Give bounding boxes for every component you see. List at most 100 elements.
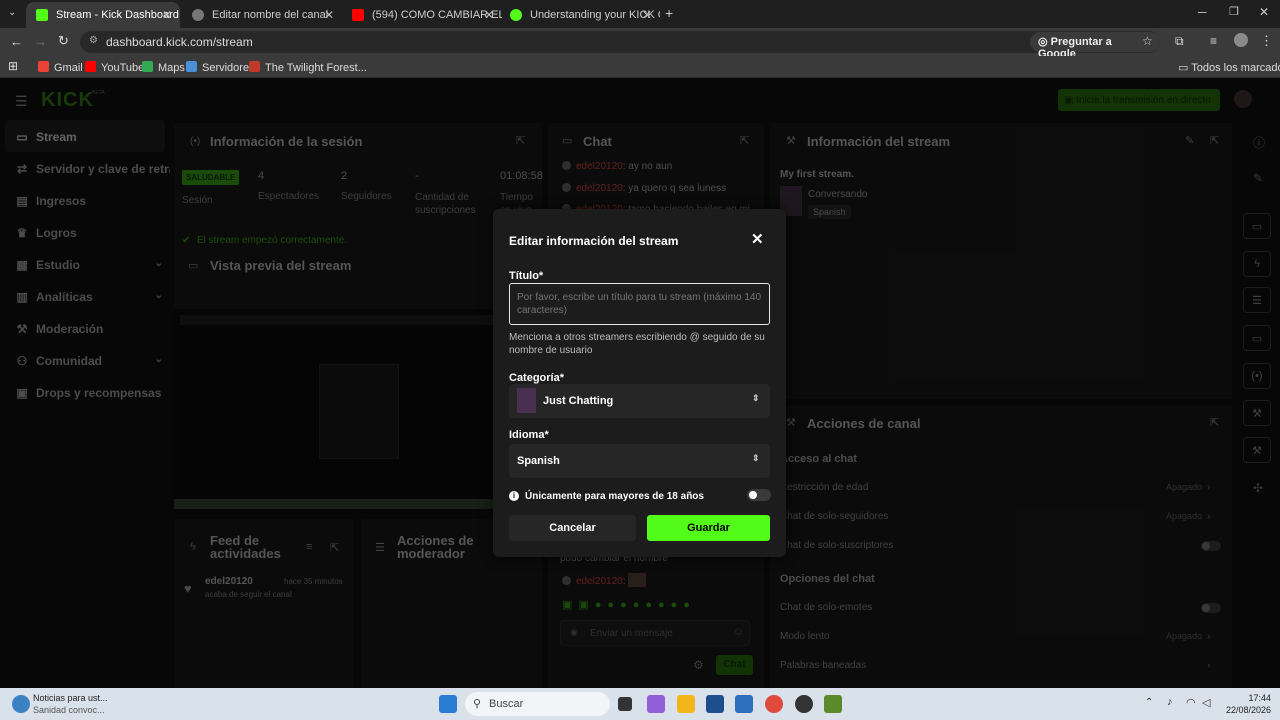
bookmark-label: Maps [158,62,185,74]
save-button[interactable]: Guardar [647,515,770,541]
apps-grid-icon[interactable]: ⊞ [8,59,18,73]
browser-tab-3[interactable]: (594) COMO CAMBIAR EL TÍTUL... ✕ [342,2,502,28]
wifi-icon[interactable]: ◠ [1186,696,1196,709]
servidores-icon [186,61,197,72]
bookmark-label: Servidores [202,62,255,74]
address-bar[interactable]: ⚙ dashboard.kick.com/stream ◎ Preguntar … [80,31,1160,60]
close-tab-icon[interactable]: ✕ [642,8,652,22]
forward-icon[interactable]: → [34,34,47,49]
info-icon: i [509,491,519,501]
kick-dashboard: ☰ KICK BETA ▣ Inicia la transmisión en d… [0,79,1280,688]
close-tab-icon[interactable]: ✕ [162,8,172,22]
search-icon: ⚲ [473,698,482,710]
bookmark-maps[interactable]: Maps [142,61,185,74]
title-field-label: Título* [509,270,544,282]
bookmark-gmail[interactable]: Gmail [38,61,83,74]
bookmark-star-icon[interactable]: ☆ [1142,34,1153,48]
close-tab-icon[interactable]: ✕ [484,8,494,22]
news-weather-icon[interactable] [12,695,30,713]
ask-google-button[interactable]: ◎ Preguntar a Google [1030,32,1160,60]
maximize-icon[interactable]: ❐ [1229,5,1239,18]
clock-time[interactable]: 17:44 [1221,693,1271,703]
bookmark-youtube[interactable]: YouTube [85,61,144,74]
tab-title: Stream - Kick Dashboard [56,9,179,21]
kick-favicon-icon [36,9,48,21]
new-tab-icon[interactable]: + [665,5,673,21]
language-field-label: Idioma* [509,429,549,441]
language-select-value: Spanish [517,455,560,467]
url-text: dashboard.kick.com/stream [106,35,253,49]
taskbar-search[interactable]: ⚲ Buscar [465,692,610,716]
bookmark-label: The Twilight Forest... [265,62,367,74]
adult-only-label: Únicamente para mayores de 18 años [525,491,704,502]
edit-stream-info-modal: Editar información del stream ✕ Título* … [493,209,786,557]
category-field-label: Categoría* [509,372,565,384]
language-select[interactable]: Spanish ⇕ [509,444,770,478]
copilot-icon[interactable] [647,695,665,713]
bookmarks-bar: ⊞ Gmail YouTube Maps Servidores The Twil… [0,56,1280,78]
site-info-icon[interactable]: ⚙ [89,35,98,46]
category-thumbnail [517,388,536,413]
stream-title-input[interactable] [509,283,770,325]
tab-title: Editar nombre del canal [212,9,329,21]
youtube-icon [85,61,96,72]
browser-tab-2[interactable]: Editar nombre del canal ✕ [182,2,342,28]
mail-icon[interactable] [735,695,753,713]
windows-taskbar: Noticias para ust... Sanidad convoc... ⚲… [0,688,1280,720]
browser-tab-4[interactable]: Understanding your KICK Creat... ✕ [500,2,660,28]
volume-icon[interactable]: ◁ [1202,696,1210,709]
file-explorer-icon[interactable] [677,695,695,713]
chrome-icon[interactable] [765,695,783,713]
bookmark-label: Gmail [54,62,83,74]
google-lens-icon: ◎ [1038,36,1051,48]
updown-chevron-icon: ⇕ [752,453,760,463]
microphone-icon[interactable]: ♪ [1167,696,1173,708]
minecraft-icon[interactable] [824,695,842,713]
close-icon[interactable]: ✕ [751,230,764,248]
gmail-icon [38,61,49,72]
all-bookmarks-label: Todos los marcadores [1191,62,1280,74]
maps-icon [142,61,153,72]
title-hint: Menciona a otros streamers escribiendo @… [509,332,765,356]
windows-start-icon[interactable] [439,695,457,713]
browser-tab-bar: ⌄ Stream - Kick Dashboard ✕ Editar nombr… [0,0,1280,28]
close-window-icon[interactable]: ✕ [1259,5,1269,19]
updown-chevron-icon: ⇕ [752,393,760,403]
media-control-icon[interactable]: ≡ [1210,34,1217,48]
profile-avatar[interactable] [1234,33,1248,47]
tab-title: Understanding your KICK Creat... [530,9,660,21]
tray-chevron-icon[interactable]: ⌃ [1145,697,1153,708]
browser-tab-1[interactable]: Stream - Kick Dashboard ✕ [26,2,180,28]
taskbar-search-label: Buscar [489,698,524,710]
reload-icon[interactable]: ↻ [58,33,69,49]
close-tab-icon[interactable]: ✕ [324,8,334,22]
modal-title: Editar información del stream [509,234,679,248]
toggle-knob [749,491,757,499]
minimize-icon[interactable]: ─ [1198,5,1207,19]
youtube-favicon-icon [352,9,364,21]
bookmark-label: YouTube [101,62,145,74]
tab-title: (594) COMO CAMBIAR EL TÍTUL... [372,9,502,21]
browser-toolbar: ← → ↻ ⚙ dashboard.kick.com/stream ◎ Preg… [0,28,1280,60]
notification-title[interactable]: Noticias para ust... [33,693,108,703]
kick-help-favicon-icon [510,9,522,21]
task-view-icon[interactable] [618,697,632,711]
bookmark-servidores[interactable]: Servidores [186,61,255,74]
category-select-value: Just Chatting [543,395,614,407]
cancel-button[interactable]: Cancelar [509,515,636,541]
clock-date[interactable]: 22/08/2026 [1221,705,1271,715]
more-menu-icon[interactable]: ⋮ [1260,33,1273,49]
obs-icon[interactable] [795,695,813,713]
all-bookmarks[interactable]: ▭ Todos los marcadores [1178,61,1280,74]
tab-list-chevron-icon[interactable]: ⌄ [8,7,16,18]
extensions-icon[interactable]: ⧉ [1175,34,1184,49]
category-select[interactable]: Just Chatting ⇕ [509,384,770,418]
globe-favicon-icon [192,9,204,21]
twilight-forest-icon [249,61,260,72]
store-icon[interactable] [706,695,724,713]
bookmark-twilight-forest[interactable]: The Twilight Forest... [249,61,367,74]
notification-subtitle: Sanidad convoc... [33,705,105,715]
folder-icon: ▭ [1178,62,1192,74]
back-icon[interactable]: ← [10,34,23,49]
adult-only-toggle[interactable] [747,489,771,501]
